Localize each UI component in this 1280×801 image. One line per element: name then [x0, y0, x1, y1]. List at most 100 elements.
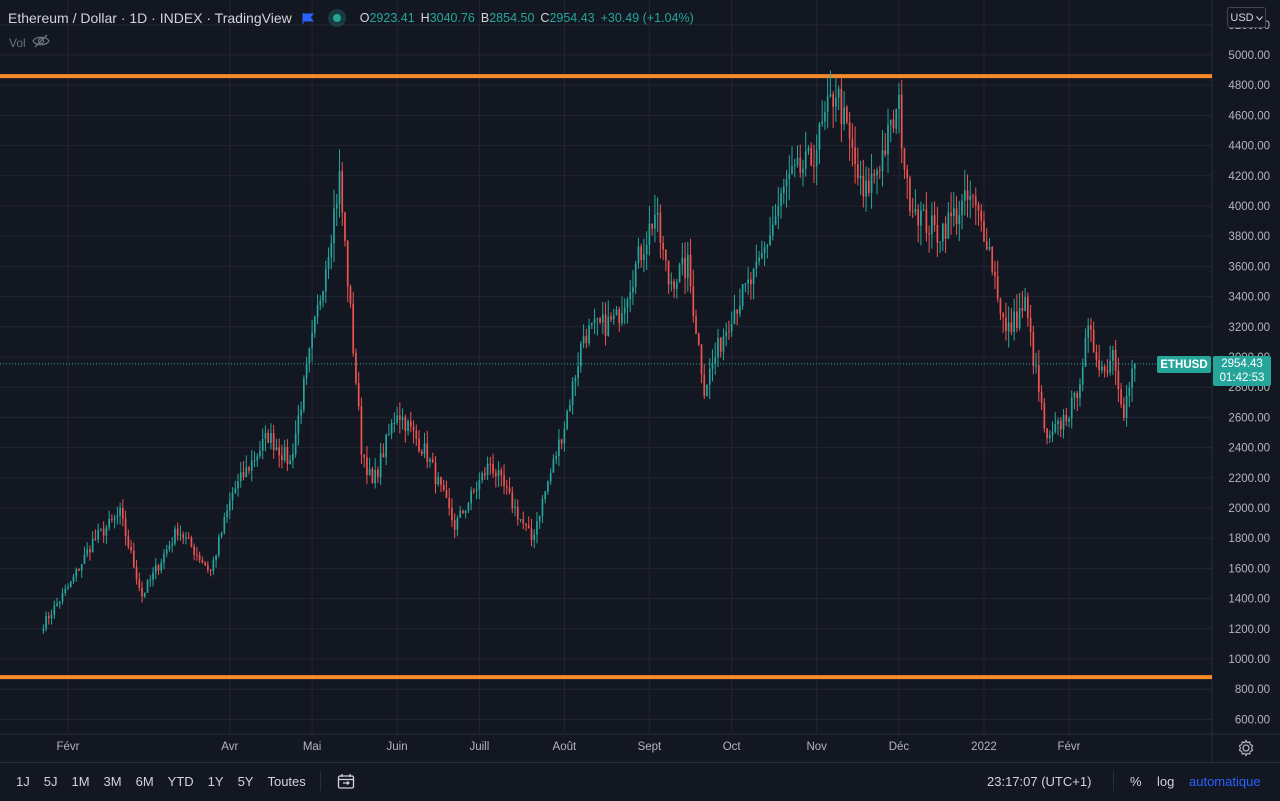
candle [1115, 340, 1117, 385]
candle [1098, 345, 1100, 377]
candle [138, 573, 140, 592]
candle [772, 206, 774, 240]
candle [341, 162, 343, 226]
candle [226, 504, 228, 523]
candle [193, 543, 195, 560]
range-button[interactable]: 1M [71, 774, 89, 789]
candle [627, 297, 629, 324]
candle [415, 425, 417, 446]
candle [404, 415, 406, 443]
candle [679, 263, 681, 283]
candle [769, 217, 771, 246]
currency-button[interactable]: USD [1227, 7, 1266, 28]
auto-scale-toggle[interactable]: automatique [1189, 774, 1261, 789]
toolbar-divider [320, 771, 321, 791]
candle [533, 529, 535, 548]
candle [149, 575, 151, 587]
range-button[interactable]: YTD [168, 774, 194, 789]
price-axis[interactable]: 600.00800.001000.001200.001400.001600.00… [0, 0, 1280, 762]
horizontal-levels[interactable] [0, 76, 1212, 677]
candle [394, 412, 396, 432]
candle [147, 579, 149, 593]
market-status-icon[interactable] [328, 9, 346, 27]
price-tick-label: 4000.00 [1228, 201, 1270, 213]
candle [1107, 359, 1109, 377]
candle [712, 349, 714, 381]
range-button[interactable]: 1J [16, 774, 30, 789]
flag-icon[interactable] [302, 13, 314, 24]
candle [199, 552, 201, 564]
symbol-title[interactable]: Ethereum / Dollar · 1D · INDEX · Trading… [8, 10, 292, 26]
candle [958, 201, 960, 241]
candle [939, 241, 941, 253]
ohlc-item: O2923.41 [360, 11, 415, 25]
candle [81, 564, 83, 578]
candle [1118, 358, 1120, 402]
candle [1109, 346, 1111, 376]
candle [945, 216, 947, 253]
candle [119, 503, 121, 525]
candle [638, 238, 640, 269]
price-tick-label: 2200.00 [1228, 473, 1270, 485]
time-tick-label: Juin [387, 741, 408, 753]
candle [862, 160, 864, 208]
candle [808, 145, 810, 155]
candle [361, 397, 363, 464]
candle [240, 462, 242, 488]
range-button[interactable]: 1Y [208, 774, 224, 789]
ohlc-value: 2854.50 [489, 11, 534, 25]
candle [783, 179, 785, 204]
candle [144, 592, 146, 598]
candle [160, 559, 162, 574]
candle [374, 458, 376, 488]
candle [720, 337, 722, 358]
candle [961, 194, 963, 229]
candle [994, 261, 996, 289]
bar-countdown: 01:42:53 [1220, 371, 1265, 385]
range-button[interactable]: 5J [44, 774, 58, 789]
time-tick-label: Sept [638, 741, 662, 753]
candle [909, 176, 911, 216]
candle [95, 529, 97, 541]
candle [854, 126, 856, 183]
percent-toggle[interactable]: % [1130, 774, 1142, 789]
range-button[interactable]: 6M [136, 774, 154, 789]
candle [742, 284, 744, 310]
candle [544, 491, 546, 504]
time-tick-label: Juill [469, 741, 489, 753]
candle [646, 231, 648, 270]
candle [681, 243, 683, 275]
candle [352, 292, 354, 357]
price-tick-label: 4600.00 [1228, 110, 1270, 122]
price-chart[interactable]: 600.00800.001000.001200.001400.001600.00… [0, 0, 1280, 762]
range-button[interactable]: 3M [104, 774, 122, 789]
candle [624, 298, 626, 324]
candle [440, 477, 442, 493]
candle [481, 471, 483, 483]
candle [517, 499, 519, 525]
candle [692, 270, 694, 323]
clock-timezone[interactable]: 23:17:07 (UTC+1) [987, 774, 1091, 789]
candle [802, 160, 804, 187]
gear-icon[interactable] [1237, 739, 1255, 757]
calendar-range-icon[interactable] [337, 773, 355, 793]
candle [73, 574, 75, 584]
eye-off-icon[interactable] [32, 34, 50, 51]
candle [539, 515, 541, 529]
candle [1000, 298, 1002, 320]
log-toggle[interactable]: log [1157, 774, 1174, 789]
candle [388, 424, 390, 436]
ohlc-value: 2954.43 [549, 11, 594, 25]
candle [923, 204, 925, 212]
symbol-price-tag: ETHUSD [1157, 356, 1211, 373]
candle [117, 507, 119, 525]
time-axis[interactable]: FévrAvrMaiJuinJuillAoûtSeptOctNovDéc2022… [57, 741, 1081, 753]
candle [1038, 350, 1040, 402]
candle [413, 420, 415, 443]
currency-label: USD [1230, 12, 1253, 24]
price-tick-label: 1400.00 [1228, 594, 1270, 606]
range-button[interactable]: 5Y [238, 774, 254, 789]
candle [418, 430, 420, 453]
candle [632, 270, 634, 305]
range-button[interactable]: Toutes [267, 774, 305, 789]
